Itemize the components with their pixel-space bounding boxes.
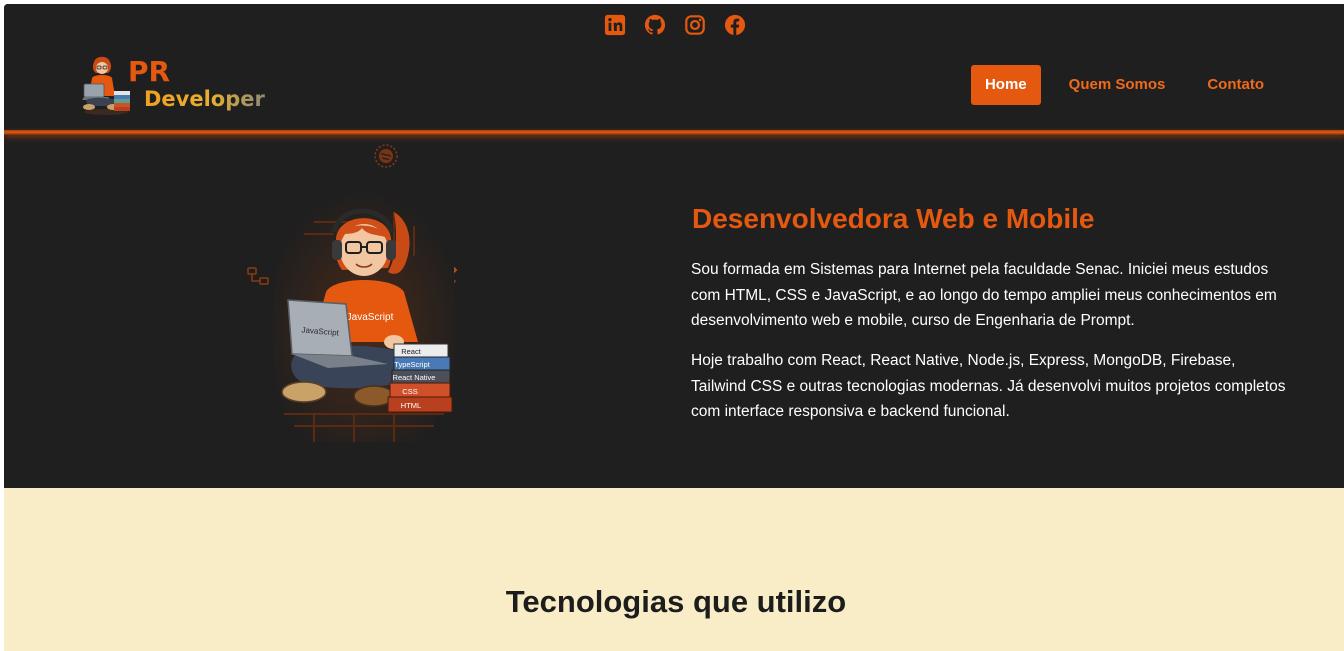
instagram-icon[interactable] (684, 14, 706, 36)
linkedin-icon[interactable] (604, 14, 626, 36)
social-links (604, 14, 746, 36)
nav-contato[interactable]: Contato (1193, 65, 1278, 105)
page: PR Developer Home Quem Somos Contato Jav… (4, 4, 1344, 651)
github-icon[interactable] (644, 14, 666, 36)
hero-paragraph-2: Hoje trabalho com React, React Native, N… (691, 352, 1286, 421)
site-header: PR Developer Home Quem Somos Contato (4, 4, 1344, 132)
developer-illustration: JavaScript JavaScript React TypeScript R… (274, 192, 454, 442)
book-typescript: TypeScript (394, 360, 430, 369)
tech-section: Tecnologias que utilizo (4, 488, 1344, 651)
logo-illustration (82, 56, 130, 115)
globe-icon (374, 144, 398, 168)
book-react: React (401, 347, 422, 356)
main-nav: Home Quem Somos Contato (970, 65, 1278, 105)
facebook-icon[interactable] (724, 14, 746, 36)
logo-text-pr: PR (128, 55, 171, 88)
hero-paragraph-1: Sou formada em Sistemas para Internet pe… (691, 261, 1277, 330)
shirt-text: JavaScript (347, 312, 394, 323)
header-divider (4, 130, 1344, 135)
book-html: HTML (401, 401, 421, 410)
nav-home[interactable]: Home (970, 65, 1041, 105)
tech-section-title: Tecnologias que utilizo (505, 584, 847, 619)
book-react-native: React Native (393, 373, 436, 382)
site-logo[interactable]: PR Developer (80, 54, 270, 118)
logo-text-developer: Developer (144, 87, 265, 111)
nav-quem-somos[interactable]: Quem Somos (1055, 65, 1180, 105)
book-css: CSS (402, 387, 417, 396)
hero-title: Desenvolvedora Web e Mobile (692, 203, 1095, 234)
